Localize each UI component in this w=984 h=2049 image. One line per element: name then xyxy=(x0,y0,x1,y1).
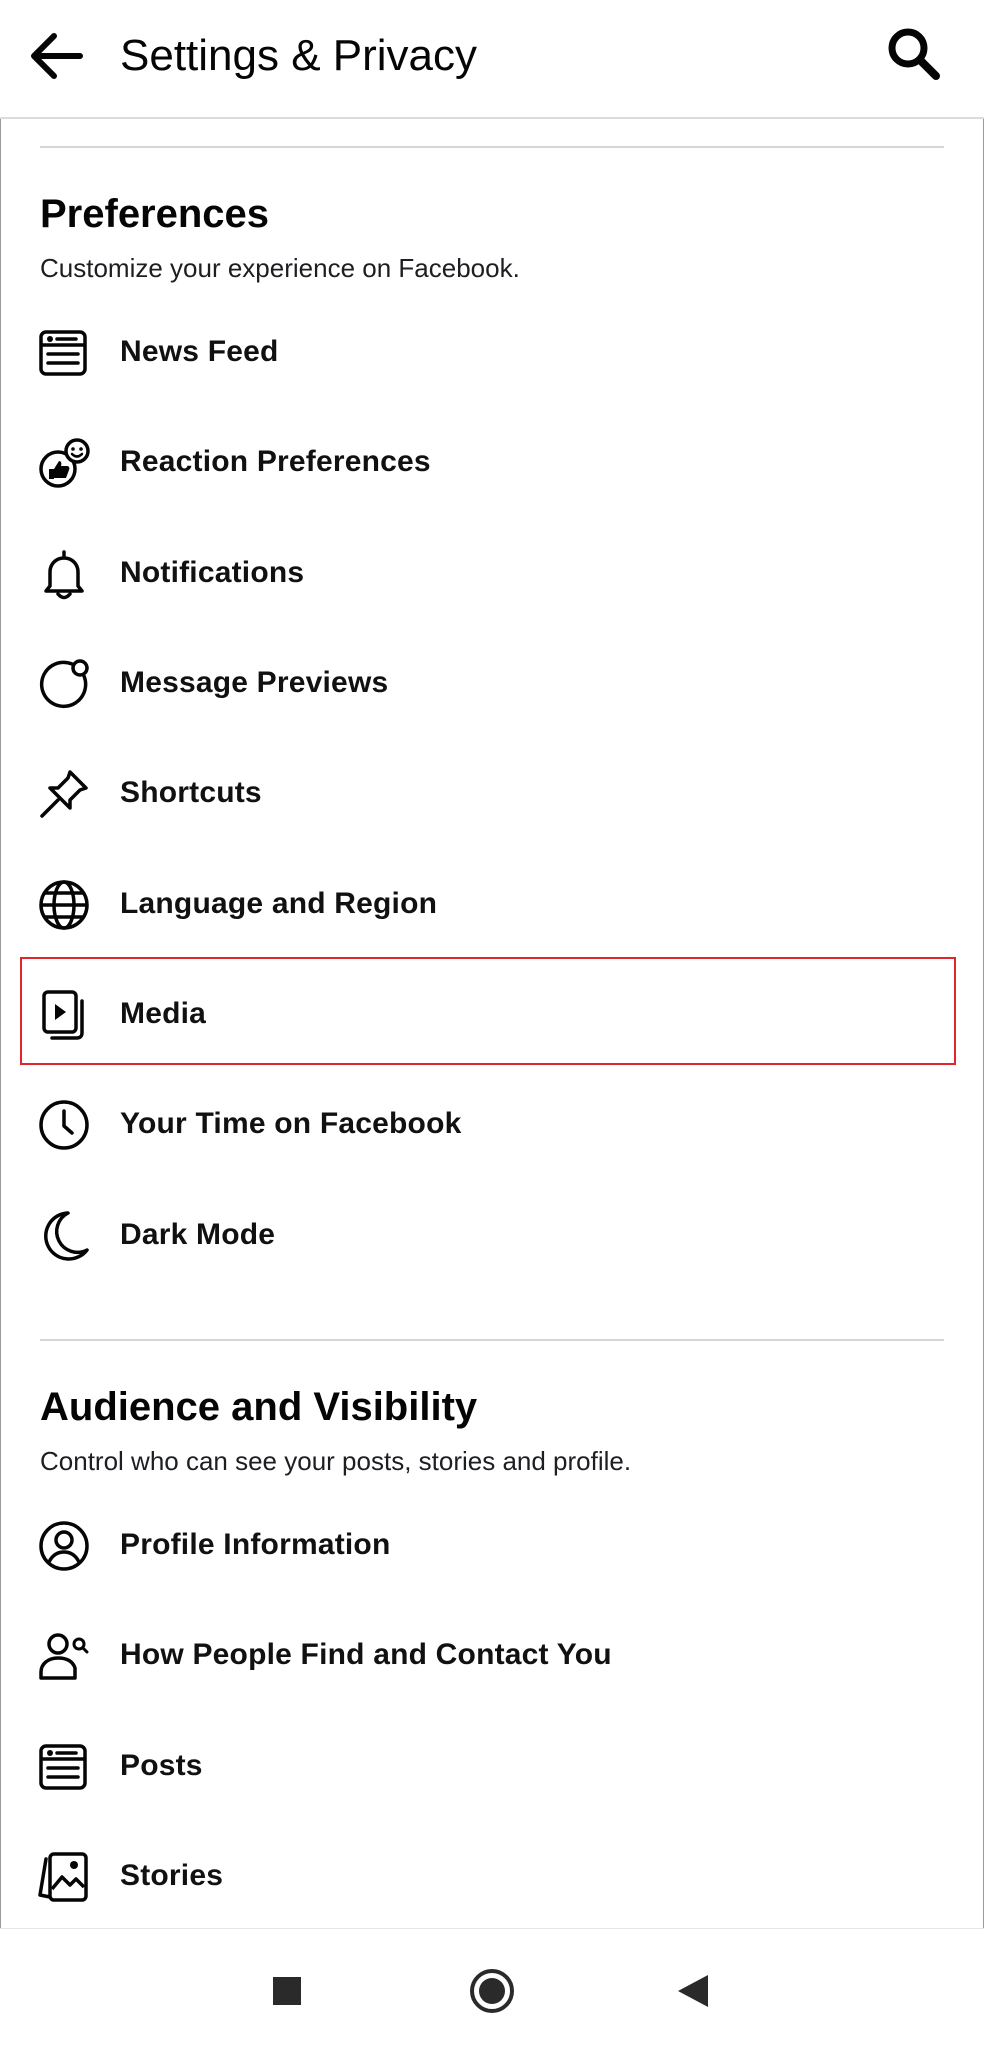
settings-item-label: Message Previews xyxy=(120,666,389,699)
recents-button[interactable] xyxy=(259,1963,315,2019)
system-back-button[interactable] xyxy=(666,1963,722,2019)
globe-icon xyxy=(36,877,92,933)
news-feed-icon xyxy=(36,325,92,381)
settings-item-news-feed[interactable]: News Feed xyxy=(0,297,984,407)
find-people-icon xyxy=(36,1628,92,1684)
system-nav-bar xyxy=(0,1928,984,2049)
settings-item-label: Dark Mode xyxy=(120,1218,276,1251)
settings-item-label: Reaction Preferences xyxy=(120,445,431,478)
reaction-icon xyxy=(36,435,92,491)
message-preview-icon xyxy=(36,656,92,712)
bell-icon xyxy=(36,546,92,602)
section-title-audience: Audience and Visibility xyxy=(40,1385,478,1429)
page-title: Settings & Privacy xyxy=(120,31,478,80)
settings-item-posts[interactable]: Posts xyxy=(0,1711,984,1821)
settings-item-label: Notifications xyxy=(120,556,305,589)
highlight-box xyxy=(20,957,956,1065)
settings-item-label: Profile Information xyxy=(120,1528,391,1561)
settings-item-shortcuts[interactable]: Shortcuts xyxy=(0,738,984,848)
settings-item-label: Your Time on Facebook xyxy=(120,1107,462,1140)
triangle-back-icon xyxy=(678,1975,708,2007)
profile-icon xyxy=(36,1518,92,1574)
arrow-left-icon xyxy=(31,33,83,79)
settings-item-dark-mode[interactable]: Dark Mode xyxy=(0,1180,984,1290)
settings-item-language-region[interactable]: Language and Region xyxy=(0,849,984,959)
back-button[interactable] xyxy=(28,26,88,86)
posts-icon xyxy=(36,1739,92,1795)
settings-item-your-time[interactable]: Your Time on Facebook xyxy=(0,1069,984,1179)
divider xyxy=(40,1339,944,1341)
home-circle-icon xyxy=(470,1969,514,2013)
square-icon xyxy=(273,1977,301,2005)
search-button[interactable] xyxy=(884,24,944,84)
settings-item-label: Language and Region xyxy=(120,887,438,920)
divider xyxy=(40,146,944,148)
search-icon xyxy=(888,28,940,80)
settings-item-message-previews[interactable]: Message Previews xyxy=(0,628,984,738)
settings-item-notifications[interactable]: Notifications xyxy=(0,518,984,628)
settings-item-label: Posts xyxy=(120,1749,203,1782)
settings-item-label: How People Find and Contact You xyxy=(120,1638,612,1671)
section-subtitle-preferences: Customize your experience on Facebook. xyxy=(40,253,520,283)
section-title-preferences: Preferences xyxy=(40,192,270,236)
stories-icon xyxy=(36,1849,92,1905)
settings-item-stories[interactable]: Stories xyxy=(0,1821,984,1931)
settings-item-find-contact[interactable]: How People Find and Contact You xyxy=(0,1600,984,1710)
moon-icon xyxy=(36,1208,92,1264)
pin-icon xyxy=(36,766,92,822)
settings-item-profile-information[interactable]: Profile Information xyxy=(0,1490,984,1600)
settings-item-reaction-preferences[interactable]: Reaction Preferences xyxy=(0,407,984,517)
settings-item-label: Stories xyxy=(120,1859,224,1892)
header: Settings & Privacy xyxy=(0,0,984,119)
settings-item-label: News Feed xyxy=(120,335,279,368)
clock-icon xyxy=(36,1097,92,1153)
settings-item-label: Shortcuts xyxy=(120,776,262,809)
section-subtitle-audience: Control who can see your posts, stories … xyxy=(40,1446,632,1476)
home-button[interactable] xyxy=(464,1963,520,2019)
